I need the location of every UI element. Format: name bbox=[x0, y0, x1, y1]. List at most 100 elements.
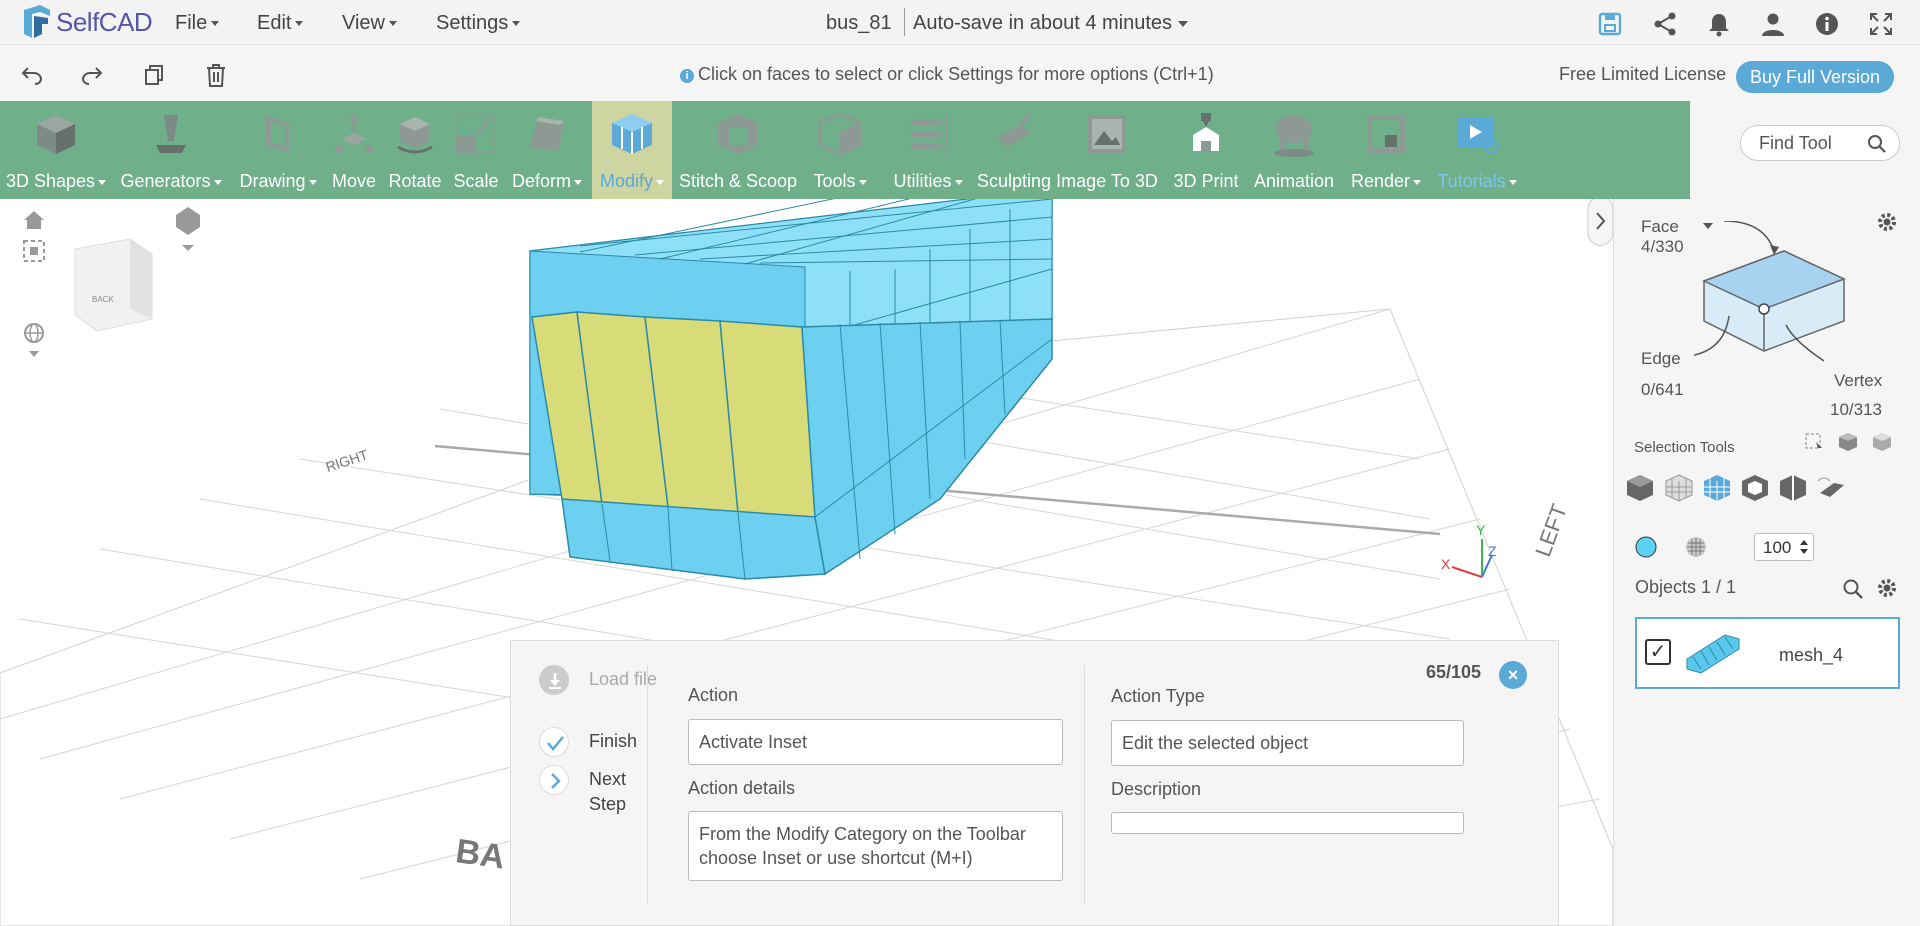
selfcad-logo-icon bbox=[20, 4, 54, 40]
object-list-item[interactable]: ✓ mesh_4 bbox=[1635, 617, 1900, 689]
tool-sculpting[interactable]: Sculpting bbox=[962, 101, 1066, 199]
objects-search-icon[interactable] bbox=[1842, 578, 1864, 600]
bell-icon[interactable] bbox=[1706, 11, 1732, 37]
hint-text: Click on faces to select or click Settin… bbox=[698, 64, 1214, 84]
find-tool-search[interactable] bbox=[1740, 125, 1900, 161]
3d-print-icon bbox=[1193, 113, 1219, 151]
menu-bar: SelfCAD File Edit View Settings bus_81 A… bbox=[0, 0, 1920, 45]
menu-view[interactable]: View bbox=[342, 12, 397, 35]
collapse-panel-button[interactable] bbox=[1587, 199, 1613, 246]
modify-icon bbox=[612, 114, 652, 154]
tool-image-to-3d[interactable]: Image To 3D bbox=[1054, 101, 1160, 199]
vertex-mode-label[interactable]: Vertex bbox=[1834, 371, 1882, 391]
tool-modify[interactable]: Modify bbox=[592, 101, 672, 199]
tool-drawing[interactable]: Drawing bbox=[230, 101, 326, 199]
select-ring-icon[interactable] bbox=[1740, 473, 1770, 503]
stepper-arrows-icon[interactable] bbox=[1799, 539, 1809, 555]
tool-tools[interactable]: Tools bbox=[802, 101, 878, 199]
tool-animation[interactable]: Animation bbox=[1246, 101, 1342, 199]
animation-icon bbox=[1274, 115, 1314, 157]
objects-title: Objects 1 / 1 bbox=[1635, 577, 1737, 597]
select-mesh-icon[interactable] bbox=[1664, 473, 1694, 503]
brush-size-value: 100 bbox=[1763, 538, 1792, 557]
tool-3d-print[interactable]: 3D Print bbox=[1166, 101, 1246, 199]
grid-label-back: BA bbox=[453, 832, 507, 876]
tool-render[interactable]: Render bbox=[1344, 101, 1428, 199]
description-field bbox=[1111, 812, 1464, 834]
rotate-icon bbox=[397, 117, 433, 154]
share-icon[interactable] bbox=[1652, 11, 1678, 37]
tool-tutorials[interactable]: Tutorials bbox=[1428, 101, 1526, 199]
action-field: Activate Inset bbox=[688, 719, 1063, 765]
axis-x-label: X bbox=[1441, 556, 1451, 572]
info-icon[interactable] bbox=[1814, 11, 1840, 37]
object-visibility-checkbox[interactable]: ✓ bbox=[1645, 639, 1671, 665]
select-half-icon[interactable] bbox=[1778, 473, 1808, 503]
select-plane-icon[interactable] bbox=[1816, 473, 1846, 503]
generator-icon bbox=[156, 115, 186, 153]
select-through-icon[interactable] bbox=[1872, 432, 1892, 452]
find-tool-input[interactable] bbox=[1759, 133, 1859, 154]
brush-pattern-icon[interactable] bbox=[1684, 535, 1708, 559]
tool-move[interactable]: Move bbox=[326, 101, 382, 199]
step-finish-label: Finish bbox=[589, 731, 638, 751]
select-visible-icon[interactable] bbox=[1838, 432, 1858, 452]
trash-icon[interactable] bbox=[204, 63, 228, 87]
rect-select-icon[interactable] bbox=[1804, 432, 1824, 452]
selection-tools-title: Selection Tools bbox=[1634, 439, 1735, 456]
license-label: Free Limited License bbox=[1559, 64, 1727, 84]
camera-orient-icon[interactable] bbox=[176, 207, 200, 251]
document-title[interactable]: bus_81 bbox=[826, 12, 892, 35]
buy-full-version-button[interactable]: Buy Full Version bbox=[1736, 61, 1894, 93]
object-thumbnail bbox=[1686, 634, 1740, 674]
select-loop-icon[interactable] bbox=[1702, 473, 1732, 503]
vertex-count: 10/313 bbox=[1830, 400, 1882, 419]
face-mode-label[interactable]: Face bbox=[1641, 217, 1679, 237]
grid-label-left: LEFT bbox=[1530, 501, 1572, 560]
save-icon[interactable] bbox=[1597, 11, 1623, 37]
undo-icon[interactable] bbox=[20, 63, 44, 87]
action-details-field: From the Modify Category on the Toolbar … bbox=[688, 811, 1063, 881]
stitch-scoop-icon bbox=[718, 114, 758, 154]
tool-stitch-scoop[interactable]: Stitch & Scoop bbox=[674, 101, 802, 199]
menu-file[interactable]: File bbox=[175, 12, 219, 35]
tool-rotate[interactable]: Rotate bbox=[382, 101, 448, 199]
render-icon bbox=[1367, 115, 1405, 153]
tool-3d-shapes[interactable]: 3D Shapes bbox=[0, 101, 112, 199]
brush-size-input[interactable]: 100 bbox=[1754, 533, 1814, 561]
tool-scale[interactable]: Scale bbox=[448, 101, 504, 199]
edge-mode-label[interactable]: Edge bbox=[1641, 349, 1681, 369]
checkmark-icon bbox=[539, 727, 569, 757]
select-cube-icon[interactable] bbox=[1625, 473, 1655, 503]
action-label: Action bbox=[688, 685, 739, 705]
frame-object-icon[interactable] bbox=[23, 240, 45, 262]
search-icon[interactable] bbox=[1867, 134, 1887, 154]
app-name: SelfCAD bbox=[56, 6, 153, 37]
perspective-icon[interactable] bbox=[24, 323, 44, 357]
menu-edit[interactable]: Edit bbox=[257, 12, 303, 35]
drawing-icon bbox=[265, 115, 289, 153]
chevron-right-icon bbox=[539, 765, 569, 795]
menu-settings[interactable]: Settings bbox=[436, 12, 520, 35]
step-counter: 65/105 bbox=[1426, 662, 1482, 682]
face-count: 4/330 bbox=[1641, 237, 1684, 256]
copy-icon[interactable] bbox=[142, 63, 166, 87]
view-cube-label: BACK bbox=[92, 295, 114, 304]
home-icon[interactable] bbox=[24, 211, 44, 229]
view-cube[interactable]: BACK bbox=[74, 238, 153, 332]
hint-info-icon: i bbox=[680, 69, 694, 83]
brush-color-swatch[interactable] bbox=[1634, 535, 1658, 559]
fullscreen-icon[interactable] bbox=[1868, 11, 1894, 37]
image-to-3d-icon bbox=[1088, 115, 1126, 153]
objects-settings-icon[interactable] bbox=[1876, 577, 1898, 599]
redo-icon[interactable] bbox=[80, 63, 104, 87]
close-dialog-button[interactable]: × bbox=[1499, 661, 1527, 689]
app-logo[interactable]: SelfCAD bbox=[20, 4, 153, 40]
tools-icon bbox=[818, 112, 862, 156]
tool-deform[interactable]: Deform bbox=[504, 101, 590, 199]
autosave-status[interactable]: Auto-save in about 4 minutes bbox=[913, 12, 1188, 35]
tool-generators[interactable]: Generators bbox=[112, 101, 230, 199]
user-icon[interactable] bbox=[1760, 11, 1786, 37]
download-icon bbox=[539, 665, 569, 695]
selection-mode-diagram[interactable] bbox=[1694, 221, 1914, 381]
